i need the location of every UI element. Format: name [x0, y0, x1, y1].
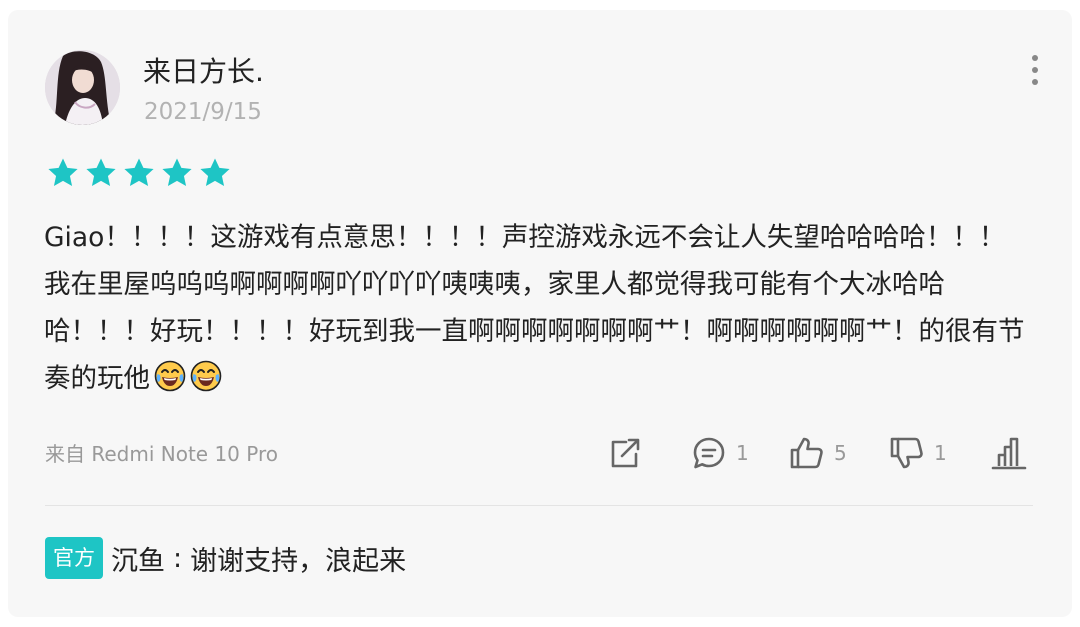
avatar-image — [45, 50, 120, 125]
divider — [45, 505, 1033, 506]
avatar[interactable] — [45, 50, 120, 125]
dislike-count: 1 — [934, 441, 947, 465]
reply-author[interactable]: 沉鱼 — [111, 539, 165, 578]
star-filled-icon — [124, 158, 154, 187]
star-rating — [46, 156, 232, 194]
comment-icon — [693, 437, 725, 469]
more-dot — [1032, 55, 1038, 61]
laughing-emoji-icon — [154, 360, 186, 392]
device-info: 来自 Redmi Note 10 Pro — [45, 442, 278, 466]
share-button[interactable] — [606, 432, 644, 474]
star-filled-icon — [48, 158, 78, 187]
review-date: 2021/9/15 — [144, 99, 262, 125]
star-filled-icon — [200, 158, 230, 187]
like-button[interactable]: 5 — [788, 432, 847, 474]
bar-chart-icon — [991, 437, 1027, 470]
star-filled-icon — [162, 158, 192, 187]
reply-text: 谢谢支持，浪起来 — [190, 545, 407, 577]
thumbs-down-icon — [890, 437, 923, 469]
more-dot — [1032, 79, 1038, 85]
more-options-button[interactable] — [1022, 52, 1048, 88]
like-count: 5 — [834, 441, 847, 465]
stats-button[interactable] — [990, 432, 1028, 474]
more-dot — [1032, 67, 1038, 73]
comment-button[interactable]: 1 — [690, 432, 749, 474]
review-body: Giao！！！！这游戏有点意思！！！！声控游戏永远不会让人失望哈哈哈哈！！！我在… — [44, 214, 1029, 402]
comment-count: 1 — [736, 441, 749, 465]
thumbs-up-icon — [790, 437, 823, 469]
dislike-button[interactable]: 1 — [888, 432, 947, 474]
official-badge: 官方 — [45, 537, 103, 579]
share-icon — [611, 438, 640, 468]
official-reply[interactable]: 官方 沉鱼 : 谢谢支持，浪起来 — [45, 537, 406, 579]
star-filled-icon — [86, 158, 116, 187]
username[interactable]: 来日方长. — [143, 55, 264, 89]
reply-separator: : — [173, 542, 183, 574]
laughing-emoji-icon — [190, 360, 222, 392]
